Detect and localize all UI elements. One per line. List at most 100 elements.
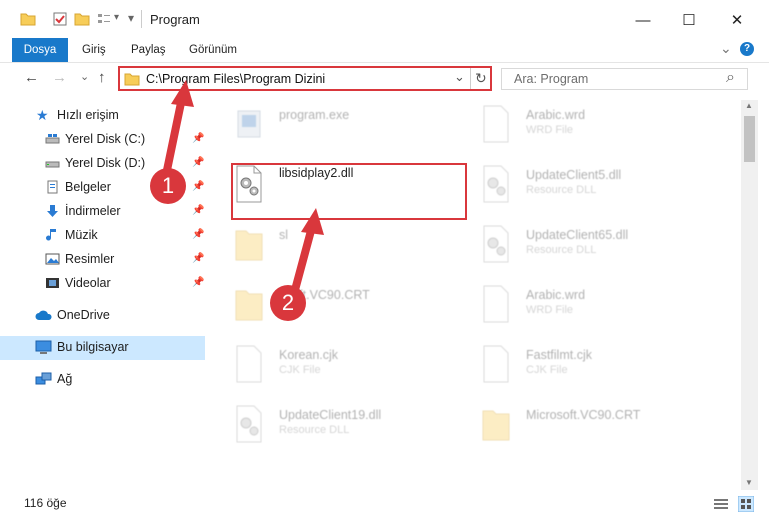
drive-icon	[45, 134, 60, 144]
large-icons-view-icon[interactable]	[738, 496, 754, 512]
sidebar-item-label: Belgeler	[65, 180, 111, 194]
file-item[interactable]: UpdateClient5.dll Resource DLL	[454, 162, 694, 218]
up-button[interactable]: ↑	[98, 69, 106, 86]
sidebar-item-quick-access[interactable]: ★ Hızlı erişim	[0, 104, 205, 128]
address-divider	[470, 68, 471, 89]
sidebar-item-this-pc[interactable]: Bu bilgisayar	[0, 336, 205, 360]
new-folder-icon[interactable]	[74, 11, 90, 27]
exe-file-icon	[237, 110, 261, 138]
dll-file-icon	[483, 225, 509, 263]
search-input[interactable]: Ara: Program	[514, 72, 588, 86]
drive-icon	[45, 161, 60, 168]
file-icon	[483, 345, 509, 383]
step-badge-1: 1	[150, 168, 186, 204]
file-icon	[483, 285, 509, 323]
refresh-button[interactable]: ↻	[475, 70, 487, 87]
sidebar-item-downloads[interactable]: İndirmeler 📌	[0, 200, 205, 224]
sidebar-item-label: Hızlı erişim	[57, 108, 119, 122]
file-type: Resource DLL	[526, 184, 597, 196]
scroll-down-icon[interactable]: ▼	[745, 478, 753, 487]
step-badge-2: 2	[270, 285, 306, 321]
file-item[interactable]: osoft.VC90.CRT	[207, 282, 447, 338]
ribbon-tabs: Dosya Giriş Paylaş Görünüm ⌄ ?	[0, 38, 769, 63]
pin-icon[interactable]: 📌	[192, 157, 204, 168]
ribbon-expand-icon[interactable]: ⌄	[720, 40, 732, 57]
computer-icon	[35, 340, 52, 354]
address-dropdown-icon[interactable]: ⌄	[454, 69, 465, 85]
item-count: 116 öğe	[24, 496, 67, 510]
music-icon	[46, 229, 56, 241]
sidebar-item-label: Yerel Disk (D:)	[65, 156, 146, 170]
file-name: UpdateClient19.dll	[279, 408, 382, 422]
file-item[interactable]: Arabic.wrd WRD File	[454, 102, 694, 158]
tab-gorunum[interactable]: Görünüm	[189, 38, 237, 62]
star-icon: ★	[36, 107, 49, 123]
sidebar-item-label: Müzik	[65, 228, 98, 242]
view-icon[interactable]	[96, 11, 112, 27]
sidebar-item-music[interactable]: Müzik 📌	[0, 224, 205, 248]
search-icon[interactable]: ⌕	[726, 69, 735, 87]
close-button[interactable]: ✕	[714, 0, 760, 40]
back-button[interactable]: ←	[24, 69, 39, 86]
sidebar-item-label: İndirmeler	[65, 204, 121, 218]
address-bar[interactable]: C:\Program Files\Program Dizini ⌄ ↻	[118, 66, 492, 91]
file-name: sl	[279, 228, 289, 242]
highlight-box	[231, 163, 467, 220]
recent-locations-button[interactable]: ⌄	[80, 70, 89, 83]
pin-icon[interactable]: 📌	[192, 229, 204, 240]
sidebar-item-videos[interactable]: Videolar 📌	[0, 272, 205, 296]
pin-icon[interactable]: 📌	[192, 181, 204, 192]
sidebar-item-network[interactable]: Ağ	[0, 368, 205, 392]
pin-icon[interactable]: 📌	[192, 277, 204, 288]
scrollbar-thumb[interactable]	[744, 116, 755, 162]
tab-giris[interactable]: Giriş	[82, 38, 106, 62]
sidebar-item-label: OneDrive	[57, 308, 110, 322]
folder-icon	[482, 410, 510, 441]
tab-dosya[interactable]: Dosya	[12, 38, 68, 62]
sidebar-item-pictures[interactable]: Resimler 📌	[0, 248, 205, 272]
file-icon	[236, 345, 262, 383]
folder-icon	[235, 290, 263, 321]
file-type: Resource DLL	[279, 424, 350, 436]
minimize-button[interactable]: —	[620, 0, 666, 40]
pin-icon[interactable]: 📌	[192, 205, 204, 216]
quick-access-dropdown-icon[interactable]: ▾	[128, 11, 134, 25]
downloads-icon	[47, 205, 58, 217]
properties-icon[interactable]	[52, 11, 68, 27]
sidebar-item-label: Bu bilgisayar	[57, 340, 129, 354]
sidebar-item-label: Videolar	[65, 276, 111, 290]
videos-icon	[46, 278, 59, 288]
forward-button[interactable]: →	[52, 69, 67, 86]
details-view-icon[interactable]	[713, 498, 729, 510]
file-item[interactable]: Microsoft.VC90.CRT	[454, 402, 694, 458]
file-item[interactable]: sl	[207, 222, 447, 278]
sidebar-item-local-disk-c[interactable]: Yerel Disk (C:) 📌	[0, 128, 205, 152]
pictures-icon	[45, 253, 60, 265]
file-type: WRD File	[526, 304, 574, 316]
maximize-button[interactable]: ☐	[666, 0, 712, 40]
file-item[interactable]: program.exe	[207, 102, 447, 158]
file-item[interactable]: UpdateClient65.dll Resource DLL	[454, 222, 694, 278]
documents-icon	[47, 180, 58, 194]
pin-icon[interactable]: 📌	[192, 253, 204, 264]
scroll-up-icon[interactable]: ▲	[745, 101, 753, 110]
title-bar: ▾ ▾ Program — ☐ ✕	[0, 0, 769, 40]
file-item[interactable]: Arabic.wrd WRD File	[454, 282, 694, 338]
title-divider	[141, 10, 142, 28]
network-icon	[35, 372, 52, 385]
file-name: Korean.cjk	[279, 348, 339, 362]
dll-file-icon	[236, 405, 262, 443]
sidebar-item-onedrive[interactable]: OneDrive	[0, 304, 205, 328]
file-type: CJK File	[526, 364, 568, 376]
file-name: program.exe	[279, 108, 350, 122]
file-type: CJK File	[279, 364, 321, 376]
search-box[interactable]: Ara: Program ⌕	[501, 68, 748, 90]
file-item[interactable]: Fastfilmt.cjk CJK File	[454, 342, 694, 398]
tab-paylas[interactable]: Paylaş	[131, 38, 166, 62]
file-item[interactable]: UpdateClient19.dll Resource DLL	[207, 402, 447, 458]
customize-arrow-icon[interactable]: ▾	[114, 12, 119, 23]
help-icon[interactable]: ?	[740, 42, 754, 56]
folder-icon	[124, 73, 140, 86]
file-item[interactable]: Korean.cjk CJK File	[207, 342, 447, 398]
pin-icon[interactable]: 📌	[192, 133, 204, 144]
